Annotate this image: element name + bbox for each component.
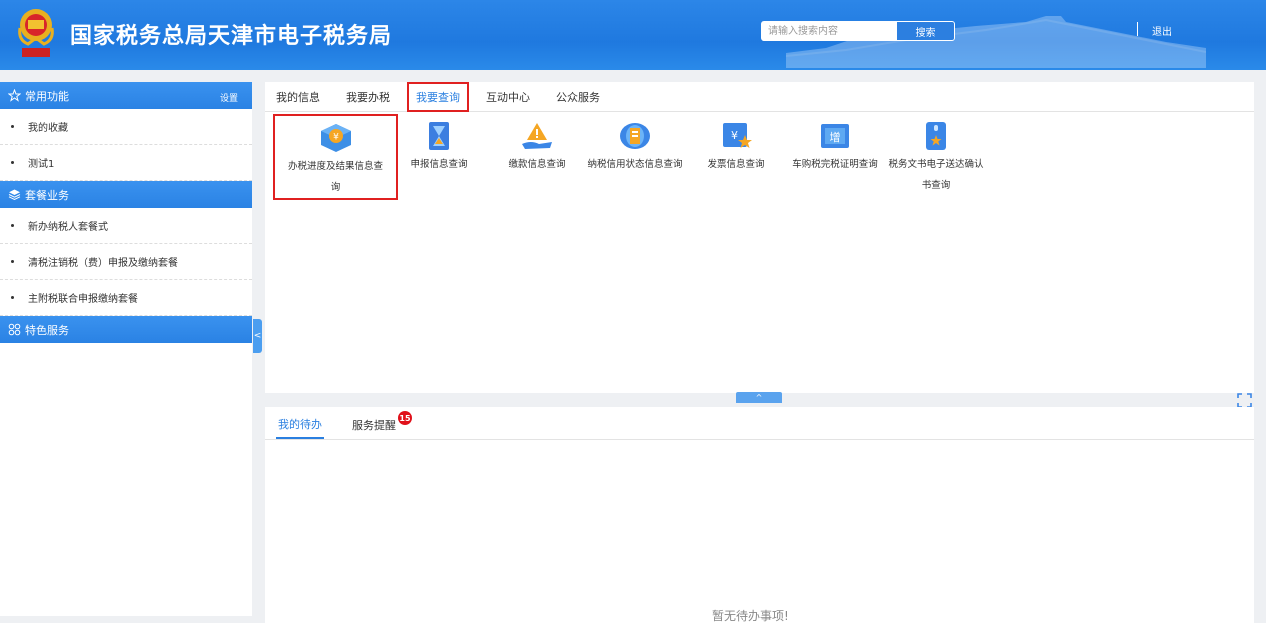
tax-emblem-logo: [18, 9, 54, 57]
grid-icon: [8, 323, 21, 336]
bullet: [11, 125, 14, 128]
sidebar-item-favorites[interactable]: 我的收藏: [0, 109, 252, 145]
svg-text:¥: ¥: [333, 133, 339, 143]
tile-payment-query[interactable]: 缴款信息查询: [502, 114, 572, 175]
sidebar-collapse-button[interactable]: <: [253, 319, 262, 353]
tile-declaration-query[interactable]: 申报信息查询: [404, 114, 474, 175]
ticket-zeng-icon: 增: [821, 124, 849, 148]
tile-label: 税务文书电子送达确认: [888, 159, 984, 170]
fullscreen-icon[interactable]: [1237, 393, 1252, 408]
svg-text:¥: ¥: [731, 129, 738, 142]
sidebar-item-deregistration[interactable]: 清税注销税（费）申报及缴纳套餐: [0, 244, 252, 280]
tile-vehicle-tax-query[interactable]: 增 车购税完税证明查询: [789, 114, 881, 175]
sidebar-section-common[interactable]: 常用功能 设置: [0, 82, 252, 109]
hand-warning-icon: [522, 123, 552, 149]
empty-state-message: 暂无待办事项!: [712, 609, 789, 623]
document-star-icon: [926, 122, 946, 150]
tile-label-line2: 询: [330, 182, 341, 193]
sidebar-section-special[interactable]: 特色服务: [0, 316, 252, 343]
hourglass-icon: [429, 122, 449, 150]
search-input[interactable]: [762, 22, 897, 40]
sidebar-item-joint-declaration[interactable]: 主附税联合申报缴纳套餐: [0, 280, 252, 316]
expand-toggle-button[interactable]: ^: [736, 392, 782, 403]
search-button[interactable]: 搜索: [897, 22, 954, 40]
tab-my-info[interactable]: 我的信息: [276, 82, 320, 112]
tab-public-service[interactable]: 公众服务: [556, 82, 600, 112]
tile-label: 车购税完税证明查询: [792, 159, 878, 170]
site-title: 国家税务总局天津市电子税务局: [70, 24, 393, 49]
sidebar-section-title: 常用功能: [25, 89, 69, 103]
sidebar-section-packages[interactable]: 套餐业务: [0, 181, 252, 208]
search-box: 搜索: [761, 21, 955, 41]
star-icon: [8, 89, 21, 102]
coin-stack-icon: [620, 123, 650, 149]
tab-interaction[interactable]: 互动中心: [486, 82, 530, 112]
tile-document-delivery-query[interactable]: 税务文书电子送达确认 书查询: [886, 114, 986, 196]
sidebar-section-title: 特色服务: [25, 323, 69, 337]
tile-label: 缴款信息查询: [508, 159, 566, 170]
tile-credit-query[interactable]: 纳税信用状态信息查询: [585, 114, 685, 175]
sidebar-item-test1[interactable]: 测试1: [0, 145, 252, 181]
sidebar-item-label: 新办纳税人套餐式: [28, 222, 108, 233]
tile-label: 申报信息查询: [410, 159, 468, 170]
svg-text:增: 增: [830, 130, 841, 144]
tile-label: 办税进度及结果信息查: [287, 161, 383, 172]
todo-tabs: 我的待办 服务提醒 15: [265, 407, 1254, 440]
tile-invoice-query[interactable]: ¥ 发票信息查询: [701, 114, 771, 175]
tile-label: 纳税信用状态信息查询: [587, 159, 683, 170]
main-tabs: 我的信息 我要办税 我要查询 互动中心 公众服务: [265, 81, 1254, 112]
layers-icon: [8, 188, 21, 201]
sidebar-item-label: 测试1: [28, 159, 55, 170]
tab-my-todo[interactable]: 我的待办: [276, 416, 324, 439]
reminder-count-badge: 15: [398, 411, 412, 425]
todo-panel: 我的待办 服务提醒 15 暂无待办事项!: [265, 407, 1254, 623]
header-divider: [1137, 22, 1138, 36]
sidebar: 常用功能 设置 我的收藏 测试1 套餐业务 新办纳税人套餐式 清税注销税（费）申…: [0, 82, 252, 616]
tab-tax-handling[interactable]: 我要办税: [346, 82, 390, 112]
tile-label-line2: 书查询: [921, 180, 951, 191]
sidebar-item-label: 主附税联合申报缴纳套餐: [28, 294, 138, 305]
tab-service-reminder[interactable]: 服务提醒 15: [350, 411, 412, 439]
tile-progress-query[interactable]: ¥ 办税进度及结果信息查 询: [273, 114, 398, 200]
tab-label: 服务提醒: [352, 419, 396, 432]
sidebar-item-label: 我的收藏: [28, 123, 68, 134]
invoice-star-icon: ¥: [723, 123, 752, 148]
sidebar-section-title: 套餐业务: [25, 188, 69, 202]
bullet: [11, 260, 14, 263]
bullet: [11, 224, 14, 227]
tile-label: 发票信息查询: [707, 159, 765, 170]
sidebar-item-label: 清税注销税（费）申报及缴纳套餐: [28, 258, 178, 269]
bullet: [11, 296, 14, 299]
tab-query[interactable]: 我要查询: [407, 81, 469, 112]
bullet: [11, 161, 14, 164]
header-bar: 国家税务总局天津市电子税务局 搜索 退出: [0, 0, 1266, 70]
settings-link[interactable]: 设置: [220, 91, 238, 104]
sidebar-item-new-taxpayer[interactable]: 新办纳税人套餐式: [0, 208, 252, 244]
query-panel: 我的信息 我要办税 我要查询 互动中心 公众服务 ¥ 办税进度及结果信息查 询 …: [265, 81, 1254, 403]
cube-yuan-icon: ¥: [320, 124, 351, 152]
logout-link[interactable]: 退出: [1152, 23, 1172, 38]
